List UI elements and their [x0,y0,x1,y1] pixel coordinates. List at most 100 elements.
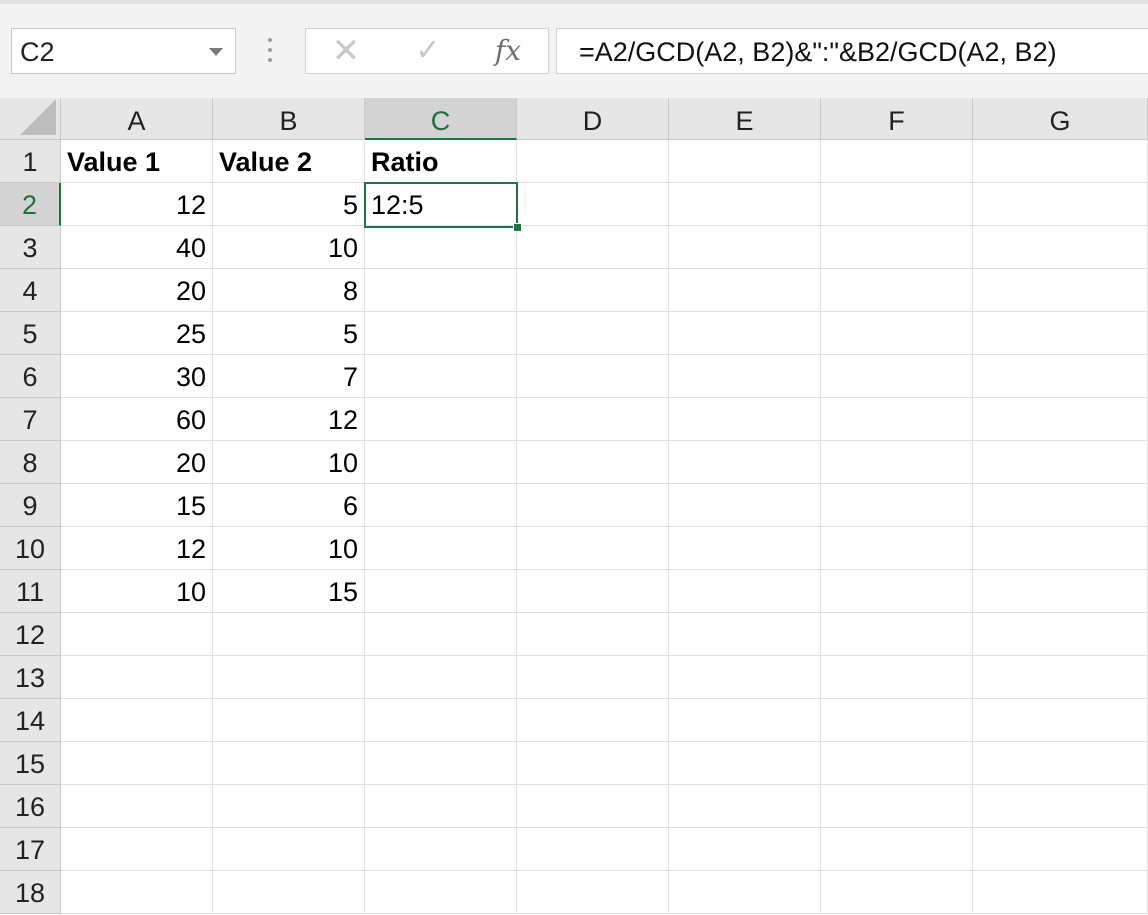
cell-d15[interactable] [517,742,669,785]
row-header-1[interactable]: 1 [0,140,61,183]
row-header-12[interactable]: 12 [0,613,61,656]
cell-g11[interactable] [973,570,1148,613]
cell-c8[interactable] [365,441,517,484]
row-header-13[interactable]: 13 [0,656,61,699]
cell-d13[interactable] [517,656,669,699]
row-header-10[interactable]: 10 [0,527,61,570]
cell-c5[interactable] [365,312,517,355]
cell-e14[interactable] [669,699,821,742]
cell-f3[interactable] [821,226,973,269]
row-header-8[interactable]: 8 [0,441,61,484]
cell-g4[interactable] [973,269,1148,312]
cell-e15[interactable] [669,742,821,785]
cell-a11[interactable]: 10 [61,570,213,613]
cancel-icon[interactable]: ✕ [316,29,376,73]
row-header-15[interactable]: 15 [0,742,61,785]
cell-e11[interactable] [669,570,821,613]
cell-f1[interactable] [821,140,973,183]
cell-g16[interactable] [973,785,1148,828]
row-header-4[interactable]: 4 [0,269,61,312]
cell-d9[interactable] [517,484,669,527]
cell-e9[interactable] [669,484,821,527]
cell-f8[interactable] [821,441,973,484]
cell-a2[interactable]: 12 [61,183,213,226]
cell-f14[interactable] [821,699,973,742]
cell-a1[interactable]: Value 1 [61,140,213,183]
cell-b9[interactable]: 6 [213,484,365,527]
cell-c9[interactable] [365,484,517,527]
cell-a4[interactable]: 20 [61,269,213,312]
cell-b5[interactable]: 5 [213,312,365,355]
formula-text[interactable]: =A2/GCD(A2, B2)&":"&B2/GCD(A2, B2) [579,37,1057,68]
column-header-b[interactable]: B [213,98,365,140]
cell-a13[interactable] [61,656,213,699]
cell-e1[interactable] [669,140,821,183]
cell-b8[interactable]: 10 [213,441,365,484]
cell-a5[interactable]: 25 [61,312,213,355]
cell-b14[interactable] [213,699,365,742]
cell-b11[interactable]: 15 [213,570,365,613]
cell-f9[interactable] [821,484,973,527]
cell-b4[interactable]: 8 [213,269,365,312]
cell-d1[interactable] [517,140,669,183]
cell-g13[interactable] [973,656,1148,699]
cell-b1[interactable]: Value 2 [213,140,365,183]
cell-a12[interactable] [61,613,213,656]
cell-e4[interactable] [669,269,821,312]
fill-handle[interactable] [513,223,522,232]
cell-c10[interactable] [365,527,517,570]
cell-d12[interactable] [517,613,669,656]
cell-b3[interactable]: 10 [213,226,365,269]
cell-e16[interactable] [669,785,821,828]
column-header-f[interactable]: F [821,98,973,140]
cell-a6[interactable]: 30 [61,355,213,398]
cell-g15[interactable] [973,742,1148,785]
cell-g2[interactable] [973,183,1148,226]
select-all-button[interactable] [0,98,61,140]
cell-a9[interactable]: 15 [61,484,213,527]
cell-b7[interactable]: 12 [213,398,365,441]
cell-c14[interactable] [365,699,517,742]
cell-f2[interactable] [821,183,973,226]
cell-f17[interactable] [821,828,973,871]
cell-c15[interactable] [365,742,517,785]
cell-c6[interactable] [365,355,517,398]
cell-d3[interactable] [517,226,669,269]
cell-g8[interactable] [973,441,1148,484]
cell-g14[interactable] [973,699,1148,742]
cell-a17[interactable] [61,828,213,871]
row-header-6[interactable]: 6 [0,355,61,398]
cell-c7[interactable] [365,398,517,441]
cell-f16[interactable] [821,785,973,828]
cell-d11[interactable] [517,570,669,613]
chevron-down-icon[interactable] [209,48,223,56]
cell-f11[interactable] [821,570,973,613]
cell-e5[interactable] [669,312,821,355]
cell-b13[interactable] [213,656,365,699]
cell-g1[interactable] [973,140,1148,183]
cell-f4[interactable] [821,269,973,312]
cell-d2[interactable] [517,183,669,226]
cell-c17[interactable] [365,828,517,871]
row-header-14[interactable]: 14 [0,699,61,742]
cell-b17[interactable] [213,828,365,871]
row-header-3[interactable]: 3 [0,226,61,269]
column-header-d[interactable]: D [517,98,669,140]
cell-d17[interactable] [517,828,669,871]
column-header-c[interactable]: C [365,98,517,140]
cell-g6[interactable] [973,355,1148,398]
cell-e17[interactable] [669,828,821,871]
cell-a16[interactable] [61,785,213,828]
cell-d8[interactable] [517,441,669,484]
cell-a14[interactable] [61,699,213,742]
cell-d4[interactable] [517,269,669,312]
formula-input[interactable]: =A2/GCD(A2, B2)&":"&B2/GCD(A2, B2) [556,28,1148,74]
cell-b10[interactable]: 10 [213,527,365,570]
row-header-5[interactable]: 5 [0,312,61,355]
cell-b6[interactable]: 7 [213,355,365,398]
cell-d10[interactable] [517,527,669,570]
cell-f5[interactable] [821,312,973,355]
cell-d5[interactable] [517,312,669,355]
row-header-2[interactable]: 2 [0,183,61,226]
cell-e10[interactable] [669,527,821,570]
